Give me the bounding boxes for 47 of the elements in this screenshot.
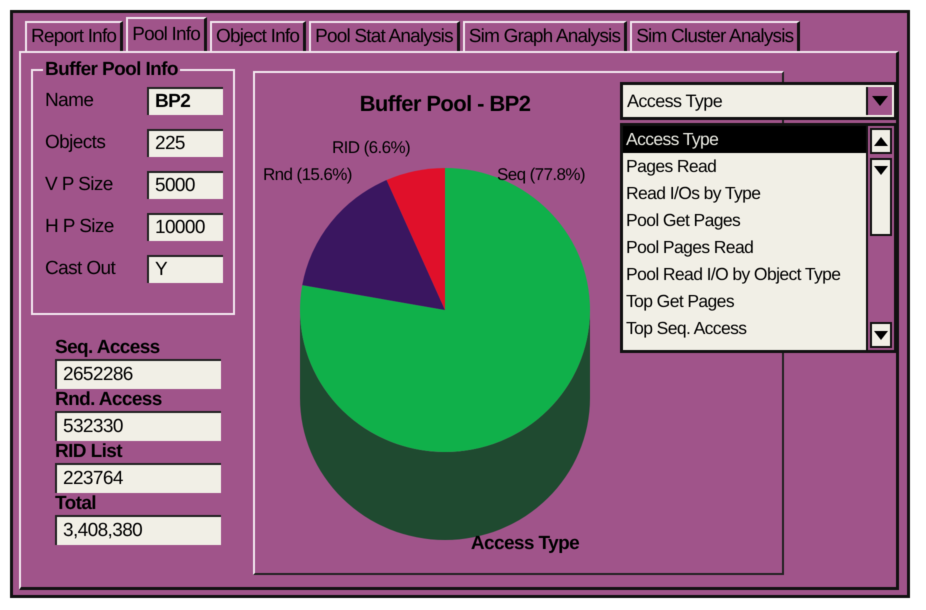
tab[interactable]: Object Info	[210, 21, 306, 51]
text-field[interactable]: 5000	[147, 171, 223, 199]
scroll-thumb[interactable]	[870, 158, 892, 236]
chart-title: Buffer Pool - BP2	[360, 91, 530, 116]
list-item[interactable]: Pool Pages Read	[623, 234, 866, 261]
dropdown[interactable]: Access Type	[620, 82, 897, 120]
tab[interactable]: Pool Stat Analysis	[309, 21, 460, 51]
slice-label: RID (6.6%)	[332, 138, 410, 157]
scroll-down-button[interactable]	[870, 322, 892, 348]
axis-label: Access Type	[470, 533, 580, 554]
dropdown-button[interactable]	[866, 87, 892, 115]
text-field[interactable]: 2652286	[55, 359, 221, 389]
field-label: Name	[45, 90, 94, 112]
text-field[interactable]: 10000	[147, 213, 223, 241]
field-label: Objects	[45, 132, 106, 154]
text-field[interactable]: 225	[147, 129, 223, 157]
list-item[interactable]: Pool Get Pages	[623, 207, 866, 234]
list-item[interactable]: Read I/Os by Type	[623, 180, 866, 207]
field-label: V P Size	[45, 174, 113, 196]
scroll-up-button[interactable]	[870, 128, 892, 154]
up-arrow-icon	[874, 136, 888, 146]
tab[interactable]: Pool Info	[126, 17, 208, 51]
slice-label: Seq (77.8%)	[497, 165, 585, 184]
caret-icon	[872, 96, 888, 106]
list-item[interactable]: Pages Read	[623, 153, 866, 180]
field-label: H P Size	[45, 216, 114, 238]
list-item[interactable]: Top Seq. Access	[623, 315, 866, 342]
down-arrow-icon	[874, 166, 888, 175]
text-field[interactable]: 223764	[55, 463, 221, 493]
scrollbar[interactable]	[866, 126, 894, 350]
list-item[interactable]: Pool Read I/O by Object Type	[623, 261, 866, 288]
list-item[interactable]: Top Get Pages	[623, 288, 866, 315]
field-label: Rnd. Access	[55, 389, 163, 411]
field-label: Seq. Access	[55, 337, 161, 359]
text-field[interactable]: 3,408,380	[55, 515, 221, 545]
field-label: Cast Out	[45, 258, 116, 280]
field-label: Total	[55, 493, 97, 515]
slice-label: Rnd (15.6%)	[263, 165, 352, 184]
text-field[interactable]: 532330	[55, 411, 221, 441]
down-arrow-icon	[874, 330, 888, 340]
tab[interactable]: Sim Cluster Analysis	[630, 21, 800, 51]
tab[interactable]: Sim Graph Analysis	[462, 21, 628, 51]
text-field[interactable]: BP2	[147, 87, 223, 115]
list-item[interactable]: Access Type	[623, 126, 866, 153]
field-label: RID List	[55, 441, 124, 463]
text-field[interactable]: Y	[147, 255, 223, 283]
tab[interactable]: Report Info	[25, 21, 124, 51]
